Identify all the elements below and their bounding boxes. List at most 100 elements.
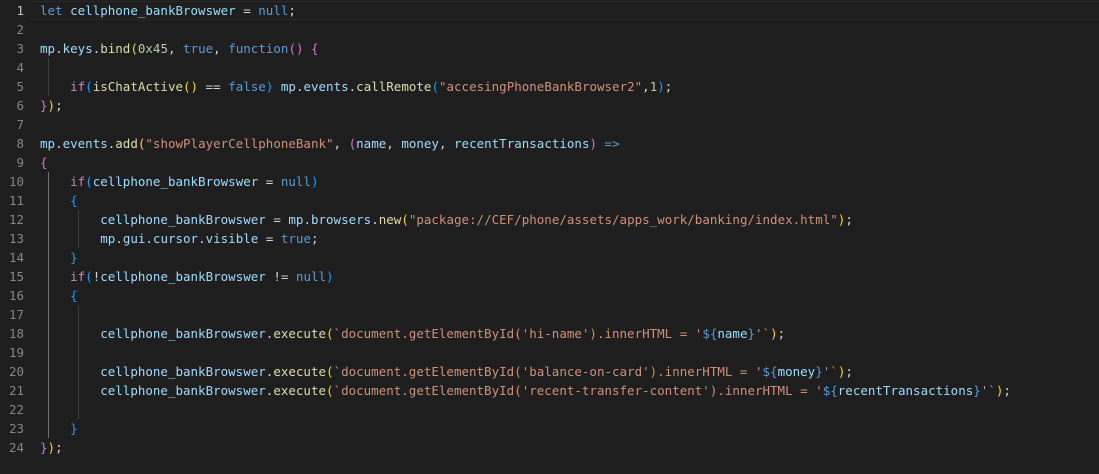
code-line[interactable]: mp.events.add("showPlayerCellphoneBank",… [40,134,620,153]
code-token: `document.getElementById('recent-transfe… [333,383,823,398]
code-line[interactable]: if(cellphone_bankBrowswer = null) [40,172,318,191]
code-token: () [288,41,304,56]
code-token: `document.getElementById('balance-on-car… [333,364,763,379]
code-token: cursor [152,231,199,246]
code-token: } [70,421,78,436]
code-token: events [62,136,108,151]
code-token: function [228,41,289,56]
code-token: , [333,136,349,151]
code-token: execute [273,364,327,379]
code-line[interactable]: cellphone_bankBrowswer = mp.browsers.new… [40,210,853,229]
code-token: '` [980,383,996,398]
code-line[interactable]: let cellphone_bankBrowswer = null; [40,1,296,20]
code-token: mp [280,79,296,94]
code-token: mp [40,41,56,56]
code-area[interactable]: let cellphone_bankBrowswer = null; mp.key… [40,0,1099,474]
code-token: ; [845,212,853,227]
code-token: money [777,364,816,379]
code-line[interactable]: cellphone_bankBrowswer.execute(`document… [40,324,785,343]
code-token: cellphone_bankBrowswer [100,212,266,227]
line-number: 15 [8,269,24,284]
line-number: 2 [16,22,24,37]
code-line[interactable]: cellphone_bankBrowswer.execute(`document… [40,362,853,381]
code-token: { [311,41,319,56]
code-token: new [378,212,402,227]
code-line[interactable]: mp.keys.bind(0x45, true, function() { [40,39,319,58]
code-token: , [167,41,184,56]
code-token: , [386,136,402,151]
line-number: 13 [8,231,24,246]
code-token: . [198,231,206,246]
code-token: . [55,41,63,56]
code-line[interactable]: if(!cellphone_bankBrowswer != null) [40,267,333,286]
code-line[interactable]: { [40,191,78,210]
line-number: 7 [16,117,24,132]
line-number: 8 [16,136,24,151]
line-number-gutter[interactable]: 1 2 3 4 5 6 7 8 9 10 11 12 13 14 15 16 17 18 19 20 21 22 23 24 [0,0,30,474]
code-token: ; [288,3,296,18]
code-token: '` [755,326,771,341]
line-number: 1 [16,3,24,18]
code-token: ; [55,98,63,113]
code-token: null [258,3,289,18]
code-token: mp [40,136,56,151]
code-token: = [235,3,259,18]
code-token: ; [845,364,853,379]
code-line[interactable]: { [40,153,48,172]
code-token: () [183,79,199,94]
code-token: visible [205,231,259,246]
line-number: 21 [8,383,24,398]
code-token: null [295,269,327,284]
line-number: 10 [8,174,24,189]
code-editor[interactable]: 1 2 3 4 5 6 7 8 9 10 11 12 13 14 15 16 17 18 19 20 21 22 23 24 … [0,0,1099,474]
code-line[interactable]: }); [40,438,63,457]
code-token: } [40,440,48,455]
code-line[interactable]: } [40,248,78,267]
line-number: 23 [8,421,24,436]
code-token: events [303,79,349,94]
code-token: ; [664,79,673,94]
code-token: true [183,41,214,56]
code-token: 0x45 [137,41,168,56]
code-token: recentTransactions [454,136,590,151]
code-line[interactable]: { [40,286,78,305]
code-line[interactable]: mp.gui.cursor.visible = true; [40,229,318,248]
code-token: ( [130,41,138,56]
code-token: execute [273,326,327,341]
code-line[interactable]: } [40,419,78,438]
code-line[interactable]: if(isChatActive() == false) mp.events.ca… [40,77,672,96]
code-token: { [40,155,48,170]
code-token: ( [85,174,93,189]
code-token: . [303,212,311,227]
code-token: { [70,288,78,303]
code-token: { [70,193,78,208]
code-token: ( [326,326,334,341]
code-token: ) [657,79,665,94]
line-number: 11 [8,193,24,208]
code-token: } [973,383,981,398]
code-token: != [265,269,296,284]
code-token: ) [589,136,598,151]
code-line[interactable]: }); [40,96,63,115]
code-token: '` [822,364,838,379]
code-token: gui [122,231,146,246]
code-token: ( [85,79,93,94]
code-token: recentTransactions [837,383,974,398]
code-token: ( [85,269,93,284]
code-token: cellphone_bankBrowswer [100,364,266,379]
line-number: 19 [8,345,24,360]
code-token: "showPlayerCellphoneBank" [145,136,334,151]
code-line[interactable]: cellphone_bankBrowswer.execute(`document… [40,381,1011,400]
code-token: ${ [762,364,778,379]
code-token: , [438,136,455,151]
code-token: ; [777,326,786,341]
